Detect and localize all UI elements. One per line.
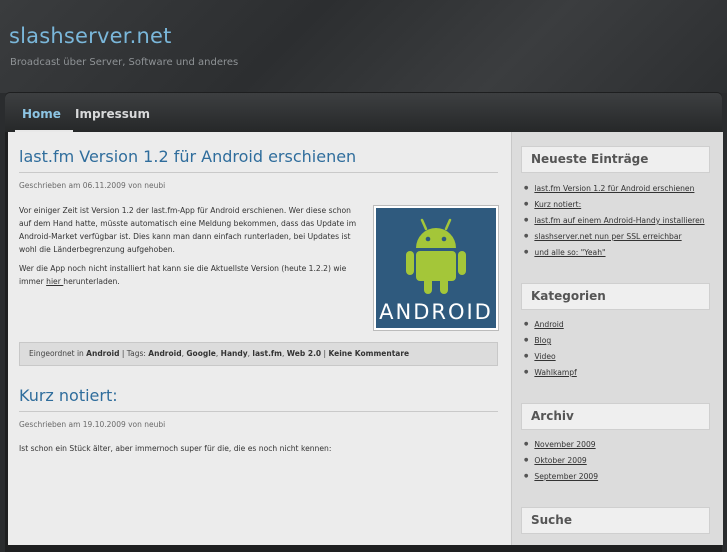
archive-link[interactable]: November 2009 [524, 436, 598, 452]
android-logo-text: ANDROID [379, 300, 493, 324]
recent-post-link[interactable]: und alle so: "Yeah" [524, 244, 705, 260]
post-divider [19, 411, 498, 412]
recent-post-link[interactable]: last.fm Version 1.2 für Android erschien… [524, 180, 705, 196]
android-logo-icon: ANDROID [376, 208, 496, 328]
category-link[interactable]: Wahlkampf [524, 364, 576, 380]
recent-post-link[interactable]: last.fm auf einem Android-Handy installi… [524, 212, 704, 228]
tag-link[interactable]: Android [148, 349, 181, 358]
tag-link[interactable]: Handy [221, 349, 248, 358]
tag-link[interactable]: last.fm [252, 349, 282, 358]
widget-title-archive: Archiv [521, 403, 710, 430]
widget-title-categories: Kategorien [521, 283, 710, 310]
category-link[interactable]: Video [524, 348, 577, 364]
archive-link[interactable]: Oktober 2009 [524, 452, 598, 468]
comments-link[interactable]: Keine Kommentare [328, 349, 409, 358]
post-divider [19, 172, 498, 173]
category-link[interactable]: Android [86, 349, 119, 358]
post-meta: Geschrieben am 06.11.2009 von neubi [19, 181, 166, 190]
archive-link[interactable]: September 2009 [524, 468, 598, 484]
footer-label: | Tags: [119, 349, 149, 358]
widget-title-recent: Neueste Einträge [521, 146, 710, 173]
post-body: Ist schon ein Stück älter, aber immernoc… [19, 444, 332, 453]
archive-list: November 2009 Oktober 2009 September 200… [524, 436, 598, 484]
download-link[interactable]: hier [46, 277, 63, 286]
site-header: slashserver.net Broadcast über Server, S… [0, 0, 727, 93]
nav-item-home[interactable]: Home [22, 107, 61, 121]
recent-posts-list: last.fm Version 1.2 für Android erschien… [524, 180, 705, 260]
main-content [8, 132, 511, 545]
recent-post-link[interactable]: Kurz notiert: [524, 196, 705, 212]
category-link[interactable]: Android [524, 316, 577, 332]
android-robot-icon [406, 218, 466, 294]
post-paragraph: Vor einiger Zeit ist Version 1.2 der las… [19, 206, 357, 254]
footer-label: Eingeordnet in [29, 349, 87, 358]
post-paragraph: Wer die App noch nicht installiert hat k… [19, 262, 364, 288]
nav-item-impressum[interactable]: Impressum [75, 107, 150, 121]
android-image: ANDROID [373, 205, 499, 331]
site-description: Broadcast über Server, Software und ande… [10, 57, 239, 68]
categories-list: Android Blog Video Wahlkampf [524, 316, 577, 380]
post-body: Vor einiger Zeit ist Version 1.2 der las… [19, 204, 364, 294]
post-text-segment: herunterladen. [63, 277, 120, 286]
main-nav: Home Impressum [5, 93, 722, 132]
category-link[interactable]: Blog [524, 332, 577, 348]
site-title[interactable]: slashserver.net [9, 24, 172, 48]
post-title[interactable]: Kurz notiert: [19, 386, 118, 405]
recent-post-link[interactable]: slashserver.net nun per SSL erreichbar [524, 228, 705, 244]
post-meta: Geschrieben am 19.10.2009 von neubi [19, 420, 166, 429]
post-title[interactable]: last.fm Version 1.2 für Android erschien… [19, 147, 356, 166]
post-footer: Eingeordnet in Android | Tags: Android, … [19, 342, 498, 366]
tag-link[interactable]: Google [186, 349, 216, 358]
widget-title-search: Suche [521, 507, 710, 534]
tag-link[interactable]: Web 2.0 [287, 349, 321, 358]
